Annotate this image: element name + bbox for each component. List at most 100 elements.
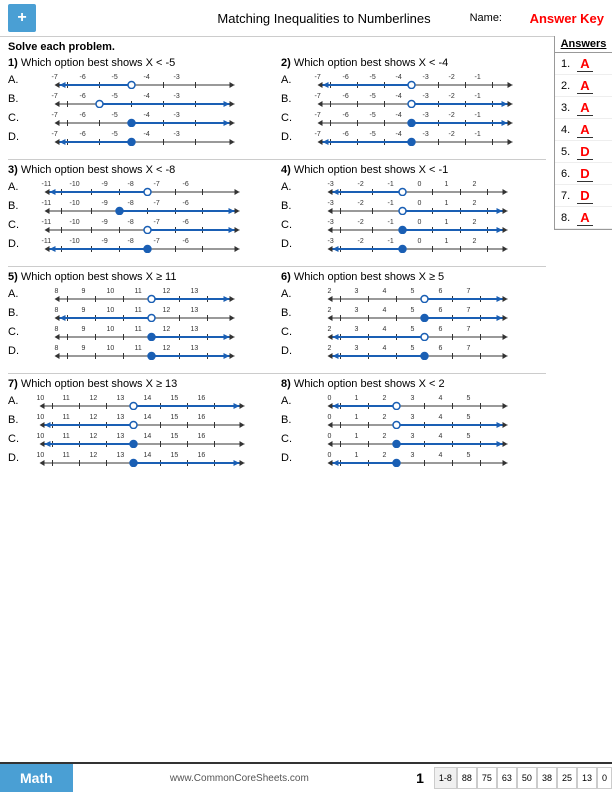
svg-text:14: 14 bbox=[144, 433, 152, 440]
score-88: 88 bbox=[457, 767, 477, 789]
svg-text:2: 2 bbox=[383, 433, 387, 440]
svg-text:4: 4 bbox=[439, 433, 443, 440]
problem-4-option-a: A. -3 -2 -1 0 1 2 bbox=[281, 178, 546, 196]
svg-text:11: 11 bbox=[63, 395, 70, 402]
svg-text:-11: -11 bbox=[42, 219, 52, 226]
svg-text:14: 14 bbox=[144, 452, 152, 459]
problem-1-option-c: C. -7 -6 -5 -4 -3 bbox=[8, 109, 273, 127]
numberline-2a: -7 -6 -5 -4 -3 -2 -1 bbox=[299, 71, 546, 89]
numberline-2c: -7 -6 -5 -4 -3 -2 -1 bbox=[299, 109, 546, 127]
svg-text:14: 14 bbox=[144, 395, 152, 402]
numberline-8c: 0 1 2 3 4 5 bbox=[299, 430, 546, 448]
footer-url: www.CommonCoreSheets.com bbox=[73, 773, 406, 784]
svg-text:4: 4 bbox=[439, 414, 443, 421]
svg-text:-10: -10 bbox=[70, 181, 80, 188]
svg-text:7: 7 bbox=[467, 288, 471, 295]
numberline-4a: -3 -2 -1 0 1 2 bbox=[299, 178, 546, 196]
svg-text:10: 10 bbox=[37, 452, 45, 459]
svg-text:1: 1 bbox=[355, 414, 359, 421]
svg-text:7: 7 bbox=[467, 345, 471, 352]
svg-text:-2: -2 bbox=[449, 131, 455, 138]
svg-text:-6: -6 bbox=[343, 112, 349, 119]
svg-text:16: 16 bbox=[198, 414, 206, 421]
svg-text:-6: -6 bbox=[80, 112, 86, 119]
svg-text:-6: -6 bbox=[343, 93, 349, 100]
problem-4-option-b: B. -3 -2 -1 0 1 2 bbox=[281, 197, 546, 215]
main-content: Solve each problem. 1) Which option best… bbox=[0, 37, 612, 480]
svg-text:3: 3 bbox=[411, 414, 415, 421]
svg-text:-6: -6 bbox=[80, 93, 86, 100]
numberline-5b: 8 9 10 11 12 13 bbox=[26, 304, 273, 322]
svg-text:2: 2 bbox=[328, 326, 332, 333]
logo-icon: + bbox=[8, 4, 36, 32]
svg-text:-3: -3 bbox=[423, 131, 429, 138]
score-38: 38 bbox=[537, 767, 557, 789]
problem-6-option-b: B. 2 3 4 5 6 7 bbox=[281, 304, 546, 322]
svg-text:3: 3 bbox=[355, 307, 359, 314]
numberline-5a: 8 9 10 11 12 13 bbox=[26, 285, 273, 303]
svg-text:5: 5 bbox=[467, 452, 471, 459]
score-13: 13 bbox=[577, 767, 597, 789]
svg-text:9: 9 bbox=[82, 307, 86, 314]
svg-text:2: 2 bbox=[473, 238, 477, 245]
footer: Math www.CommonCoreSheets.com 1 1-8 88 7… bbox=[0, 762, 612, 792]
problem-8-question: 8) Which option best shows X < 2 bbox=[281, 378, 546, 390]
svg-text:-8: -8 bbox=[128, 238, 134, 245]
numberline-4c: -3 -2 -1 0 1 2 bbox=[299, 216, 546, 234]
svg-text:-1: -1 bbox=[388, 219, 394, 226]
problem-5-question: 5) Which option best shows X ≥ 11 bbox=[8, 271, 273, 283]
svg-text:-7: -7 bbox=[315, 93, 321, 100]
problem-3-option-c: C. -11 -10 -9 -8 -7 -6 bbox=[8, 216, 273, 234]
svg-text:-9: -9 bbox=[102, 238, 108, 245]
svg-text:4: 4 bbox=[383, 307, 387, 314]
footer-page: 1 bbox=[406, 770, 434, 786]
numberline-6a: 2 3 4 5 6 7 bbox=[299, 285, 546, 303]
problem-3-option-b: B. -11 -10 -9 -8 -7 -6 bbox=[8, 197, 273, 215]
svg-text:-2: -2 bbox=[358, 219, 364, 226]
problem-5: 5) Which option best shows X ≥ 11 A. 8 9… bbox=[8, 271, 273, 361]
svg-text:3: 3 bbox=[355, 288, 359, 295]
svg-text:-2: -2 bbox=[358, 200, 364, 207]
svg-text:1: 1 bbox=[355, 433, 359, 440]
svg-text:-3: -3 bbox=[174, 131, 180, 138]
svg-text:-5: -5 bbox=[370, 74, 376, 81]
numberline-1a: -7 -6 -5 -4 -3 bbox=[26, 71, 273, 89]
svg-text:-4: -4 bbox=[396, 131, 402, 138]
problem-8: 8) Which option best shows X < 2 A. 0 1 … bbox=[281, 378, 546, 468]
score-63: 63 bbox=[497, 767, 517, 789]
svg-text:10: 10 bbox=[107, 326, 115, 333]
svg-text:10: 10 bbox=[37, 433, 45, 440]
svg-text:-1: -1 bbox=[388, 238, 394, 245]
problem-7-option-a: A. 10 11 12 13 14 15 16 bbox=[8, 392, 273, 410]
svg-text:-1: -1 bbox=[475, 112, 481, 119]
answer-item-1: 1. A bbox=[555, 53, 612, 75]
svg-text:13: 13 bbox=[191, 288, 199, 295]
svg-text:12: 12 bbox=[90, 433, 98, 440]
problem-8-option-c: C. 0 1 2 3 4 5 bbox=[281, 430, 546, 448]
score-range: 1-8 bbox=[434, 767, 457, 789]
svg-text:16: 16 bbox=[198, 395, 206, 402]
svg-text:11: 11 bbox=[135, 307, 142, 314]
svg-text:-10: -10 bbox=[70, 219, 80, 226]
problem-8-option-a: A. 0 1 2 3 4 5 bbox=[281, 392, 546, 410]
svg-text:6: 6 bbox=[439, 326, 443, 333]
svg-text:7: 7 bbox=[467, 307, 471, 314]
svg-text:-3: -3 bbox=[328, 219, 334, 226]
svg-text:-7: -7 bbox=[154, 200, 160, 207]
svg-text:8: 8 bbox=[55, 326, 59, 333]
svg-text:5: 5 bbox=[411, 288, 415, 295]
svg-text:2: 2 bbox=[383, 414, 387, 421]
svg-text:12: 12 bbox=[90, 414, 98, 421]
problem-2: 2) Which option best shows X < -4 A. -7 … bbox=[281, 57, 546, 147]
svg-text:0: 0 bbox=[328, 395, 332, 402]
answers-title: Answers bbox=[555, 36, 612, 53]
svg-text:6: 6 bbox=[439, 345, 443, 352]
score-50: 50 bbox=[517, 767, 537, 789]
svg-text:5: 5 bbox=[411, 326, 415, 333]
problem-6-option-c: C. 2 3 4 5 6 7 bbox=[281, 323, 546, 341]
svg-text:2: 2 bbox=[328, 345, 332, 352]
svg-text:-3: -3 bbox=[328, 200, 334, 207]
svg-text:4: 4 bbox=[383, 288, 387, 295]
svg-text:13: 13 bbox=[117, 452, 125, 459]
svg-text:11: 11 bbox=[63, 433, 70, 440]
